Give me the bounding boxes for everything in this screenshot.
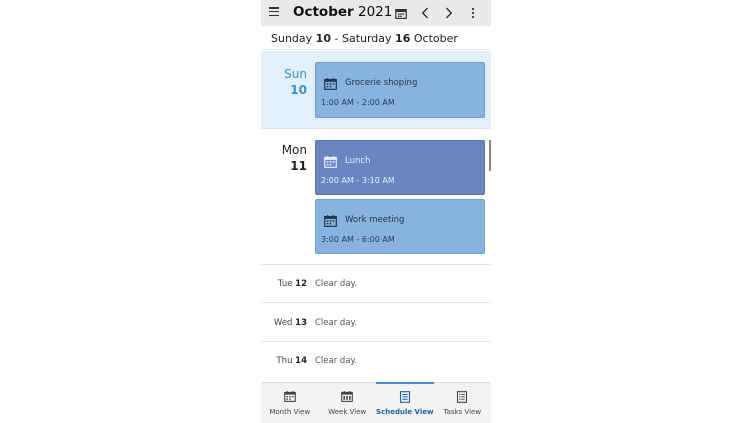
range-start-num: 10 [315, 31, 331, 45]
scrollbar[interactable] [489, 140, 491, 171]
clear-day-name: Thu [276, 356, 293, 366]
range-separator: - [334, 31, 339, 45]
calendar-icon [324, 153, 337, 172]
month-label: October [293, 4, 354, 20]
day-name: Mon [281, 143, 307, 157]
date-range-header: Sunday 10 - Saturday 16 October [261, 27, 491, 50]
calendar-icon [324, 212, 337, 231]
clear-day-row[interactable]: Wed 13 Clear day. [261, 304, 491, 342]
clear-day-name: Tue [277, 279, 293, 289]
clear-day-name: Wed [273, 318, 293, 328]
clear-day-label: Wed 13 [274, 318, 307, 328]
more-vertical-icon[interactable] [461, 0, 485, 26]
divider [261, 302, 491, 303]
day-label: Sun 10 [261, 67, 307, 97]
event-title: Grocerie shoping [345, 78, 418, 88]
month-year-title: October 2021 [293, 4, 392, 20]
nav-label: Week View [328, 408, 367, 416]
nav-schedule-view[interactable]: Schedule View [376, 382, 434, 423]
event-title: Work meeting [345, 215, 405, 225]
schedule-list-icon [399, 391, 411, 405]
range-end-day: Saturday [341, 31, 392, 45]
day-number: 11 [290, 159, 307, 173]
top-app-bar: October 2021 [261, 0, 491, 26]
chevron-left-icon[interactable] [413, 0, 437, 26]
nav-label: Month View [269, 408, 311, 416]
clear-day-row[interactable]: Thu 14 Clear day. [261, 342, 491, 380]
calendar-today-icon[interactable] [389, 0, 413, 26]
clear-day-text: Clear day. [315, 279, 358, 289]
calendar-week-icon [341, 391, 354, 404]
clear-day-text: Clear day. [315, 356, 358, 366]
nav-week-view[interactable]: Week View [319, 383, 377, 423]
event-title: Lunch [345, 156, 371, 166]
clear-day-text: Clear day. [315, 318, 358, 328]
nav-tasks-view[interactable]: Tasks View [434, 383, 492, 423]
event-time: 1:00 AM - 2:00 AM [321, 98, 395, 107]
day-label: Mon 11 [261, 143, 307, 173]
range-end-num: 16 [395, 31, 411, 45]
event-time: 2:00 AM - 3:10 AM [321, 176, 395, 185]
day-name: Sun [284, 67, 307, 81]
nav-label: Tasks View [443, 408, 482, 416]
nav-label: Schedule View [376, 408, 434, 416]
calendar-month-icon [283, 391, 296, 404]
clear-day-row[interactable]: Tue 12 Clear day. [261, 265, 491, 303]
clear-day-label: Thu 14 [276, 356, 307, 366]
clear-day-num: 13 [295, 318, 307, 328]
event-time: 3:00 AM - 6:00 AM [321, 235, 395, 244]
event-card[interactable]: Work meeting 3:00 AM - 6:00 AM [315, 199, 485, 254]
chevron-right-icon[interactable] [437, 0, 461, 26]
event-card[interactable]: Grocerie shoping 1:00 AM - 2:00 AM [315, 62, 485, 118]
bottom-navigation: Month View Week View Schedule View Tasks… [261, 382, 491, 423]
hamburger-menu-icon[interactable] [269, 7, 279, 17]
calendar-icon [324, 75, 337, 94]
calendar-app: October 2021 Sunday 10 - Saturday 16 Oct… [261, 0, 491, 423]
clear-day-num: 14 [295, 356, 307, 366]
clear-day-num: 12 [295, 279, 307, 289]
clear-day-label: Tue 12 [278, 279, 307, 289]
divider [261, 128, 491, 129]
top-actions [389, 0, 485, 26]
range-start-day: Sunday [271, 31, 313, 45]
event-card[interactable]: Lunch 2:00 AM - 3:10 AM [315, 140, 485, 195]
tasks-list-icon [456, 391, 468, 405]
day-section-sunday: Sun 10 Grocerie shoping 1:00 AM - 2:00 A… [261, 51, 491, 128]
range-end-month: October [413, 31, 458, 45]
nav-month-view[interactable]: Month View [261, 383, 319, 423]
day-number: 10 [290, 83, 307, 97]
year-label: 2021 [357, 4, 393, 20]
